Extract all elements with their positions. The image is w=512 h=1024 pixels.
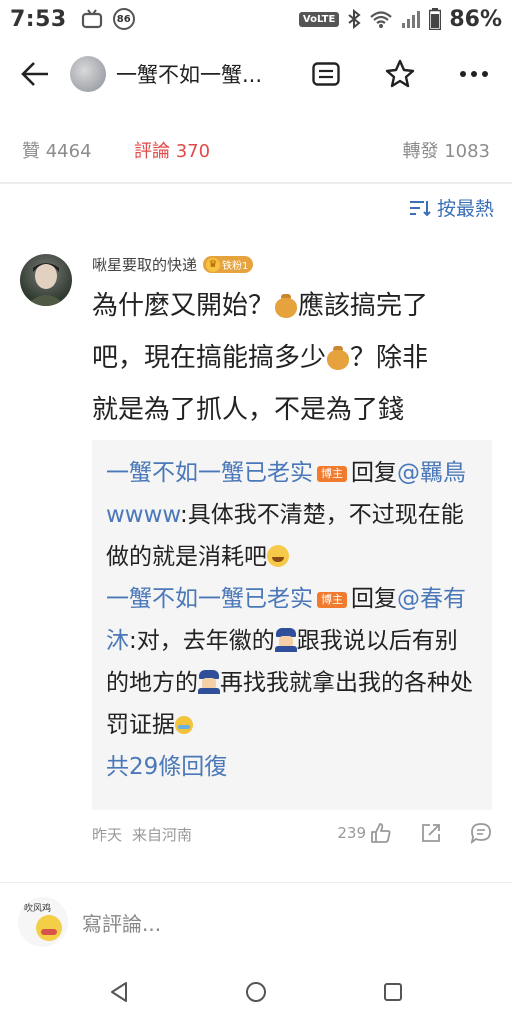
replies-panel[interactable]: 一蟹不如一蟹已老实 博主 回复@羈鳥wwww:具体我不清楚，不过现在能做的就是消耗吧…: [92, 440, 492, 810]
reply-author[interactable]: 一蟹不如一蟹已老实: [106, 460, 313, 486]
comment-text-part: 就是為了抓人，不是為了錢: [92, 395, 405, 425]
divider: [0, 882, 512, 883]
my-avatar[interactable]: 吹风鸡: [18, 897, 68, 947]
circle-home-icon: [245, 982, 266, 1002]
fan-badge: ♛ 铁粉1: [203, 256, 254, 273]
reply-button[interactable]: [470, 822, 492, 844]
tab-likes[interactable]: 贊 4464: [22, 137, 92, 163]
battery-percent: 86%: [449, 6, 502, 32]
moneybag-emoji-icon: $: [326, 344, 350, 385]
commenter-info: 啾星要取的快递 ♛ 铁粉1: [92, 254, 254, 275]
comment-actions: 239: [309, 822, 492, 844]
nav-recents-button[interactable]: [373, 972, 413, 1012]
laughing-emoji-icon: [267, 545, 289, 567]
nav-home-button[interactable]: [236, 972, 276, 1012]
thumbs-up-icon: [371, 823, 391, 843]
share-icon: [422, 824, 440, 842]
more-button[interactable]: [456, 56, 492, 92]
signal-icon: [402, 11, 421, 28]
nav-back-button[interactable]: [99, 972, 139, 1012]
author-avatar[interactable]: [70, 56, 106, 92]
emoji-avatar-icon: [36, 915, 62, 941]
page-title: 一蟹不如一蟹...: [116, 63, 263, 87]
comment-text-part: ？除非: [350, 343, 429, 373]
tv-icon: [81, 9, 102, 29]
status-time: 7:53: [10, 6, 67, 32]
divider: [0, 182, 512, 184]
comment-text-part: 應該搞完了: [298, 291, 429, 321]
top-bar: 一蟹不如一蟹...: [0, 38, 512, 110]
tab-reposts[interactable]: 轉發 1083: [402, 137, 490, 163]
reply-text: :对，去年徽的: [129, 628, 275, 654]
tab-comments[interactable]: 評論 370: [134, 137, 210, 163]
volte-indicator: VoLTE: [298, 11, 340, 27]
commenter-avatar[interactable]: [20, 254, 72, 306]
reply-item[interactable]: 一蟹不如一蟹已老实 博主 回复@春有沐:对，去年徽的 跟我说以后有别的地方的 再找我就拿…: [106, 578, 478, 746]
share-button[interactable]: [420, 822, 442, 844]
more-replies-link[interactable]: 共29條回復: [106, 746, 478, 788]
document-icon: [312, 62, 340, 86]
square-recents-icon: [384, 983, 403, 1001]
crown-icon: ♛: [206, 257, 221, 272]
reply-verb: 回复: [351, 586, 397, 612]
reply-item[interactable]: 一蟹不如一蟹已老实 博主 回复@羈鳥wwww:具体我不清楚，不过现在能做的就是消耗吧: [106, 452, 478, 578]
triangle-back-icon: [110, 982, 127, 1002]
comment-time: 昨天: [92, 826, 123, 844]
bluetooth-icon: [348, 9, 361, 29]
comment-input-bar[interactable]: 吹风鸡 寫評論...: [0, 890, 512, 954]
sort-toggle[interactable]: 按最熱: [409, 194, 494, 221]
reply-author[interactable]: 一蟹不如一蟹已老实: [106, 586, 313, 612]
person-photo-icon: [26, 263, 66, 306]
star-icon: [385, 59, 415, 88]
battery-icon: [429, 8, 442, 30]
status-bar: 7:53 86 VoLTE 86%: [0, 0, 512, 38]
sweat-emoji-icon: [175, 716, 193, 734]
more-icon: [460, 71, 488, 77]
back-button[interactable]: [0, 38, 70, 110]
comment-input[interactable]: 寫評論...: [82, 908, 161, 937]
host-badge: 博主: [317, 466, 347, 482]
sort-icon: [409, 200, 431, 216]
comment-bubble-icon: [470, 823, 491, 844]
host-badge: 博主: [317, 592, 347, 608]
reader-mode-button[interactable]: [308, 56, 344, 92]
comment-text: 為什麼又開始？ $ 應該搞完了 吧，現在搞能搞多少 $ ？除非 就是為了抓人，不是為了錢: [92, 280, 492, 436]
commenter-name[interactable]: 啾星要取的快递: [92, 254, 197, 275]
police-emoji-icon: [274, 628, 297, 652]
comment-text-part: 為什麼又開始？: [92, 291, 275, 321]
favorite-button[interactable]: [382, 56, 418, 92]
like-count: 239: [337, 824, 366, 842]
sort-label: 按最熱: [436, 198, 494, 220]
notification-badge: 86: [112, 8, 135, 30]
avatar-text: 吹风鸡: [24, 904, 52, 914]
stats-tabs: 贊 4464 評論 370 轉發 1083: [0, 130, 512, 170]
fan-badge-label: 铁粉1: [222, 261, 249, 272]
system-nav-bar: [0, 960, 512, 1024]
moneybag-emoji-icon: $: [274, 292, 298, 333]
comment-location: 来自河南: [132, 826, 193, 844]
like-button[interactable]: 239: [337, 822, 392, 844]
comment-meta: 昨天 来自河南: [92, 824, 192, 845]
reply-verb: 回复: [351, 460, 397, 486]
police-emoji-icon: [198, 670, 220, 694]
back-arrow-icon: [21, 62, 48, 86]
wifi-icon: [370, 11, 393, 28]
